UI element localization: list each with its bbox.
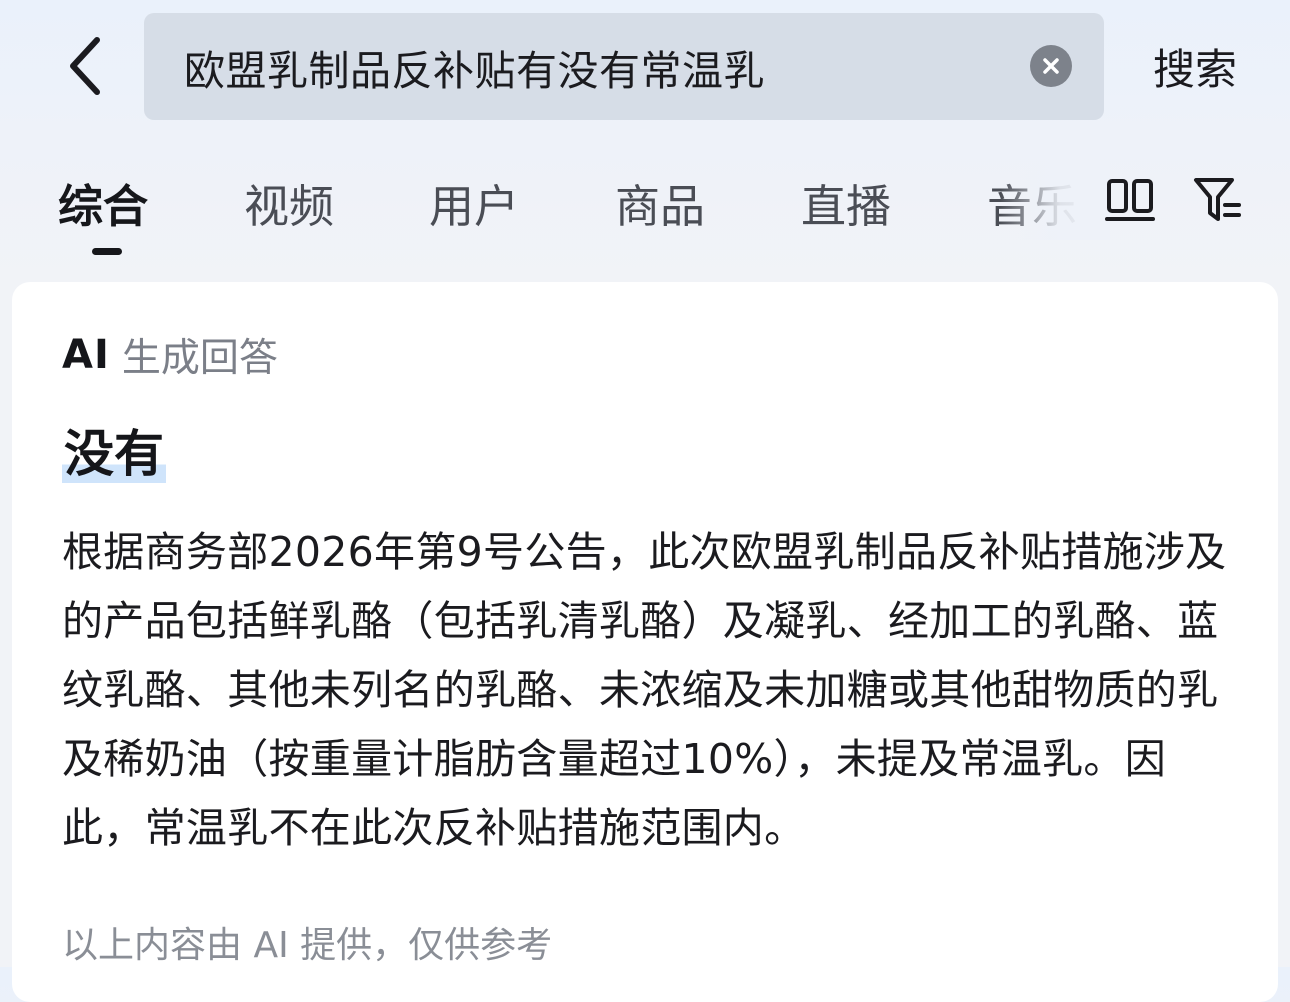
tab-bar: 综合 视频 用户 商品 直播 音乐: [0, 150, 1290, 260]
ai-answer-caption: 生成回答: [121, 336, 278, 381]
ai-disclaimer: 以上内容由 AI 提供，仅供参考: [62, 925, 553, 966]
chevron-left-icon: [70, 37, 100, 95]
top-bar: 搜索: [0, 0, 1290, 140]
back-button[interactable]: [50, 30, 120, 102]
ai-answer-card: AI 生成回答 没有 根据商务部2026年第9号公告，此次欧盟乳制品反补贴措施涉…: [12, 282, 1278, 1002]
answer-body: 根据商务部2026年第9号公告，此次欧盟乳制品反补贴措施涉及的产品包括鲜乳酪（包…: [62, 528, 1227, 852]
layout-toggle-button[interactable]: [1102, 172, 1158, 228]
tab-users[interactable]: 用户: [429, 170, 519, 233]
filter-button[interactable]: [1190, 172, 1246, 228]
answer-title: 没有: [62, 414, 166, 486]
tab-live[interactable]: 直播: [801, 170, 891, 233]
ai-answer-label: AI 生成回答: [62, 330, 278, 381]
tab-products[interactable]: 商品: [615, 170, 705, 233]
search-button[interactable]: 搜索: [1130, 30, 1260, 102]
search-input[interactable]: [184, 13, 1024, 120]
tab-video[interactable]: 视频: [244, 170, 334, 233]
tab-comprehensive[interactable]: 综合: [58, 170, 148, 233]
search-box[interactable]: [144, 13, 1104, 120]
clear-icon: [1043, 58, 1059, 74]
clear-search-button[interactable]: [1030, 45, 1072, 87]
ai-badge: AI: [62, 332, 110, 378]
tab-music[interactable]: 音乐: [987, 170, 1077, 233]
filter-icon: [1194, 178, 1241, 221]
active-tab-indicator: [92, 248, 122, 255]
layout-icon: [1105, 179, 1155, 221]
